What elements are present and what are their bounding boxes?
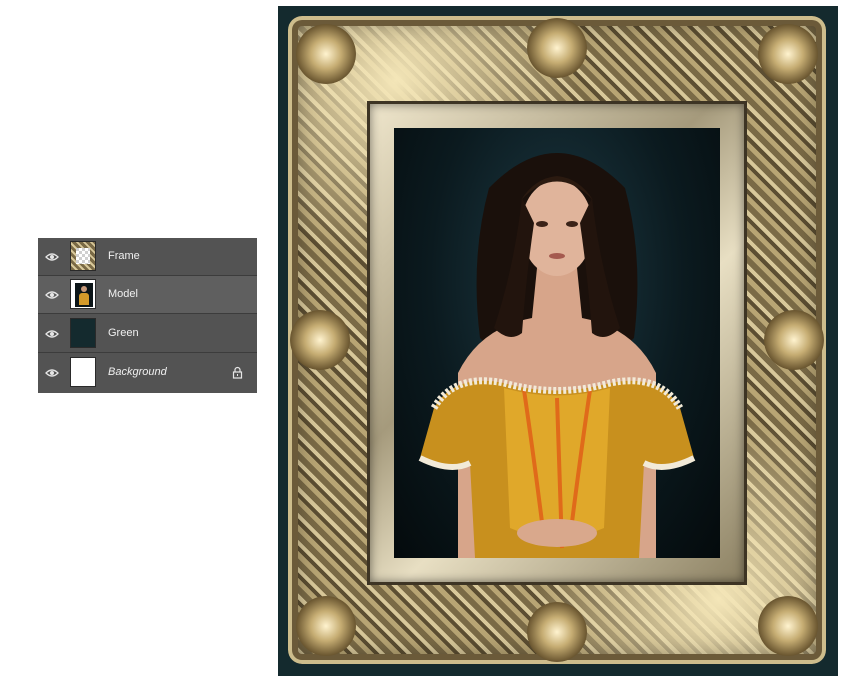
layer-thumbnail-background xyxy=(70,357,96,387)
layer-row-model[interactable]: Model xyxy=(38,276,257,314)
layer-label-background: Background xyxy=(108,366,167,378)
layers-panel: Frame Model Green Background xyxy=(38,238,257,393)
portrait-photo xyxy=(394,128,720,558)
portrait-illustration xyxy=(418,153,696,558)
layer-thumbnail-green xyxy=(70,318,96,348)
frame-ornament xyxy=(527,602,587,662)
frame-ornament xyxy=(296,596,356,656)
layer-label-model: Model xyxy=(108,288,138,300)
frame-ornament xyxy=(758,596,818,656)
lock-icon xyxy=(232,366,243,379)
frame-ornament xyxy=(758,24,818,84)
document-canvas[interactable] xyxy=(278,6,838,676)
layer-thumbnail-model xyxy=(70,279,96,309)
ornate-frame xyxy=(288,16,826,664)
layer-label-frame: Frame xyxy=(108,250,140,262)
layer-label-green: Green xyxy=(108,327,139,339)
frame-ornament xyxy=(296,24,356,84)
layer-thumbnail-frame xyxy=(70,241,96,271)
eye-icon[interactable] xyxy=(45,289,59,301)
eye-icon[interactable] xyxy=(45,251,59,263)
layer-row-green[interactable]: Green xyxy=(38,315,257,353)
eye-icon[interactable] xyxy=(45,367,59,379)
frame-ornament xyxy=(764,310,824,370)
eye-icon[interactable] xyxy=(45,328,59,340)
layer-row-background[interactable]: Background xyxy=(38,354,257,392)
layer-row-frame[interactable]: Frame xyxy=(38,238,257,276)
frame-ornament xyxy=(290,310,350,370)
frame-ornament xyxy=(527,18,587,78)
